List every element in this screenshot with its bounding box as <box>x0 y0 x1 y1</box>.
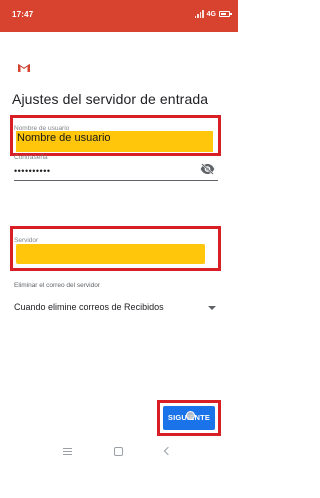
battery-icon <box>219 11 232 17</box>
signal-icon <box>194 10 204 18</box>
menu-icon[interactable] <box>63 448 72 457</box>
home-icon[interactable] <box>114 447 123 456</box>
username-input[interactable]: Nombre de usuario <box>17 132 111 144</box>
server-label: Servidor <box>14 237 39 244</box>
delete-policy-value: Cuando elimine correos de Recibidos <box>14 302 164 312</box>
password-input[interactable]: •••••••••• <box>14 166 51 176</box>
delete-policy-select[interactable]: Cuando elimine correos de Recibidos <box>14 296 218 318</box>
dropdown-arrow-icon <box>208 306 216 310</box>
visibility-off-icon[interactable] <box>200 163 215 175</box>
password-label: Contraseña <box>14 154 48 161</box>
touch-indicator-icon <box>186 411 195 420</box>
page-title: Ajustes del servidor de entrada <box>12 91 209 107</box>
next-annotation-box: SIGUIENTE <box>157 400 221 436</box>
status-indicators: 4G <box>194 9 232 19</box>
status-time: 17:47 <box>12 10 34 19</box>
back-icon[interactable] <box>163 446 173 456</box>
gmail-logo-icon <box>17 63 31 72</box>
system-nav-bar <box>0 440 238 464</box>
delete-policy-label: Eliminar el correo del servidor <box>14 282 100 289</box>
server-highlight <box>16 244 205 264</box>
status-bar: 17:47 4G <box>0 0 238 32</box>
password-underline <box>14 180 218 181</box>
network-type: 4G <box>206 10 216 18</box>
